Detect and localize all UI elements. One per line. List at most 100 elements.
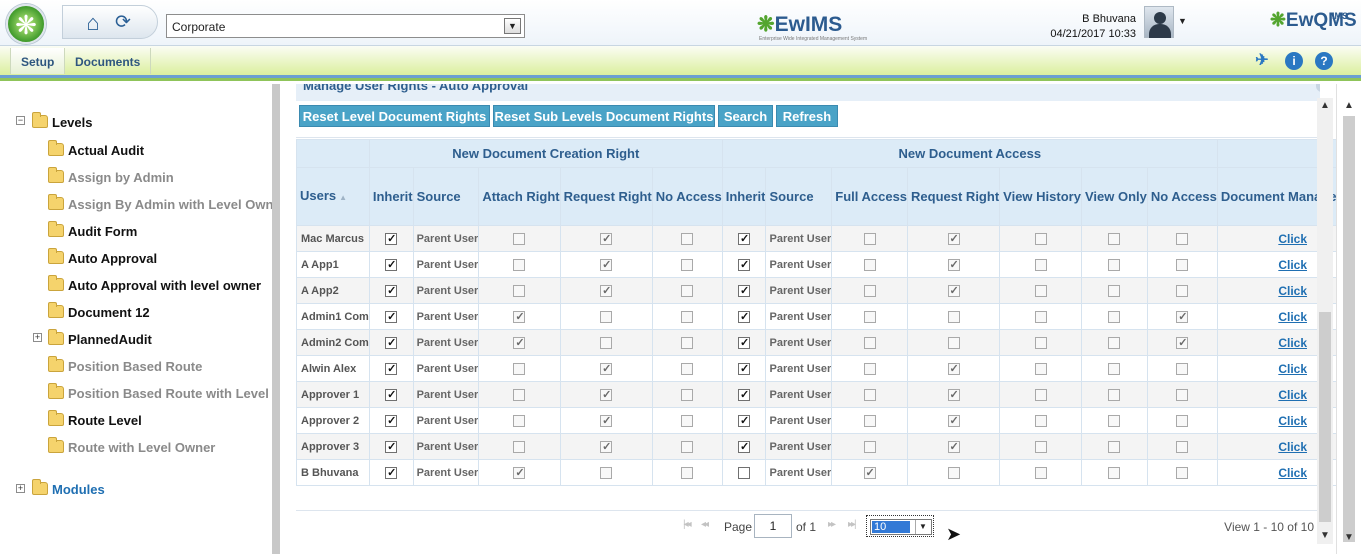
request2-checkbox[interactable]: [947, 232, 960, 245]
grid-scrollbar[interactable]: ▲ ▼: [1317, 98, 1333, 544]
attach-checkbox[interactable]: [513, 388, 526, 401]
inherit-checkbox[interactable]: [385, 440, 398, 453]
history-checkbox[interactable]: [1034, 336, 1047, 349]
noacc2-checkbox[interactable]: [1176, 414, 1189, 427]
last-page-icon[interactable]: ▸▸|: [848, 519, 857, 530]
doc-management-link[interactable]: Click: [1278, 336, 1307, 350]
noacc-checkbox[interactable]: [681, 310, 694, 323]
request-checkbox[interactable]: [600, 258, 613, 271]
inherit2-checkbox[interactable]: [738, 258, 751, 271]
scroll-up-icon[interactable]: ▲: [1317, 98, 1333, 114]
request-checkbox[interactable]: [600, 284, 613, 297]
request-checkbox[interactable]: [600, 414, 613, 427]
inherit2-checkbox[interactable]: [738, 414, 751, 427]
doc-management-link[interactable]: Click: [1278, 440, 1307, 454]
noacc-checkbox[interactable]: [681, 362, 694, 375]
app-logo[interactable]: ❋: [6, 4, 46, 44]
attach-checkbox[interactable]: [513, 440, 526, 453]
sort-icon[interactable]: ▲: [339, 193, 347, 202]
scroll-up-icon[interactable]: ▲: [1341, 98, 1357, 114]
viewonly-checkbox[interactable]: [1108, 440, 1121, 453]
noacc-checkbox[interactable]: [681, 258, 694, 271]
inherit-checkbox[interactable]: [385, 284, 398, 297]
noacc-checkbox[interactable]: [681, 466, 694, 479]
col-users[interactable]: Users ▲: [296, 167, 370, 226]
chevron-down-icon[interactable]: ▼: [504, 18, 521, 34]
page-scrollbar[interactable]: ▲ ▼: [1336, 84, 1361, 554]
scroll-down-icon[interactable]: ▼: [1341, 530, 1357, 546]
attach-checkbox[interactable]: [513, 414, 526, 427]
info-icon[interactable]: i: [1285, 52, 1303, 70]
attach-checkbox[interactable]: [513, 466, 526, 479]
full-checkbox[interactable]: [863, 388, 876, 401]
history-checkbox[interactable]: [1034, 440, 1047, 453]
attach-checkbox[interactable]: [513, 284, 526, 297]
tree-expand-toggle[interactable]: +: [33, 333, 42, 342]
viewonly-checkbox[interactable]: [1108, 414, 1121, 427]
viewonly-checkbox[interactable]: [1108, 284, 1121, 297]
search-button[interactable]: Search: [718, 105, 773, 127]
full-checkbox[interactable]: [863, 362, 876, 375]
noacc2-checkbox[interactable]: [1176, 336, 1189, 349]
panel-splitter[interactable]: [272, 84, 280, 554]
inherit-checkbox[interactable]: [385, 258, 398, 271]
first-page-icon[interactable]: |◂◂: [683, 519, 692, 530]
scroll-thumb[interactable]: [1319, 312, 1331, 522]
noacc2-checkbox[interactable]: [1176, 440, 1189, 453]
request2-checkbox[interactable]: [947, 414, 960, 427]
request-checkbox[interactable]: [600, 388, 613, 401]
menu-setup[interactable]: Setup: [10, 48, 66, 74]
full-checkbox[interactable]: [863, 414, 876, 427]
inherit-checkbox[interactable]: [385, 388, 398, 401]
doc-management-link[interactable]: Click: [1278, 258, 1307, 272]
inherit-checkbox[interactable]: [385, 336, 398, 349]
doc-management-link[interactable]: Click: [1278, 310, 1307, 324]
reset-sub-level-rights-button[interactable]: Reset Sub Levels Document Rights: [493, 105, 715, 127]
request2-checkbox[interactable]: [947, 362, 960, 375]
menu-documents[interactable]: Documents: [65, 48, 152, 74]
refresh-icon[interactable]: ⟳: [111, 11, 135, 35]
home-icon[interactable]: ⌂: [81, 11, 105, 35]
collapse-icon[interactable]: [1316, 84, 1320, 92]
attach-checkbox[interactable]: [513, 232, 526, 245]
inherit2-checkbox[interactable]: [738, 336, 751, 349]
noacc-checkbox[interactable]: [681, 232, 694, 245]
noacc2-checkbox[interactable]: [1176, 258, 1189, 271]
reset-level-rights-button[interactable]: Reset Level Document Rights: [299, 105, 490, 127]
user-menu-caret-icon[interactable]: ▼: [1178, 16, 1187, 26]
request-checkbox[interactable]: [600, 336, 613, 349]
inherit2-checkbox[interactable]: [738, 310, 751, 323]
request2-checkbox[interactable]: [947, 440, 960, 453]
full-checkbox[interactable]: [863, 284, 876, 297]
request-checkbox[interactable]: [600, 232, 613, 245]
inherit2-checkbox[interactable]: [738, 388, 751, 401]
noacc2-checkbox[interactable]: [1176, 362, 1189, 375]
doc-management-link[interactable]: Click: [1278, 414, 1307, 428]
inherit2-checkbox[interactable]: [738, 440, 751, 453]
inherit2-checkbox[interactable]: [738, 232, 751, 245]
request-checkbox[interactable]: [600, 362, 613, 375]
doc-management-link[interactable]: Click: [1278, 466, 1307, 480]
full-checkbox[interactable]: [863, 466, 876, 479]
viewonly-checkbox[interactable]: [1108, 258, 1121, 271]
doc-management-link[interactable]: Click: [1278, 232, 1307, 246]
attach-checkbox[interactable]: [513, 362, 526, 375]
viewonly-checkbox[interactable]: [1108, 388, 1121, 401]
request2-checkbox[interactable]: [947, 310, 960, 323]
noacc2-checkbox[interactable]: [1176, 284, 1189, 297]
request2-checkbox[interactable]: [947, 336, 960, 349]
viewonly-checkbox[interactable]: [1108, 232, 1121, 245]
noacc-checkbox[interactable]: [681, 414, 694, 427]
chevron-down-icon[interactable]: ▼: [915, 520, 930, 534]
inherit-checkbox[interactable]: [385, 310, 398, 323]
refresh-button[interactable]: Refresh: [776, 105, 838, 127]
attach-checkbox[interactable]: [513, 258, 526, 271]
noacc-checkbox[interactable]: [681, 440, 694, 453]
noacc2-checkbox[interactable]: [1176, 388, 1189, 401]
inherit2-checkbox[interactable]: [738, 362, 751, 375]
request-checkbox[interactable]: [600, 310, 613, 323]
history-checkbox[interactable]: [1034, 414, 1047, 427]
history-checkbox[interactable]: [1034, 466, 1047, 479]
inherit2-checkbox[interactable]: [738, 466, 751, 479]
viewonly-checkbox[interactable]: [1108, 336, 1121, 349]
